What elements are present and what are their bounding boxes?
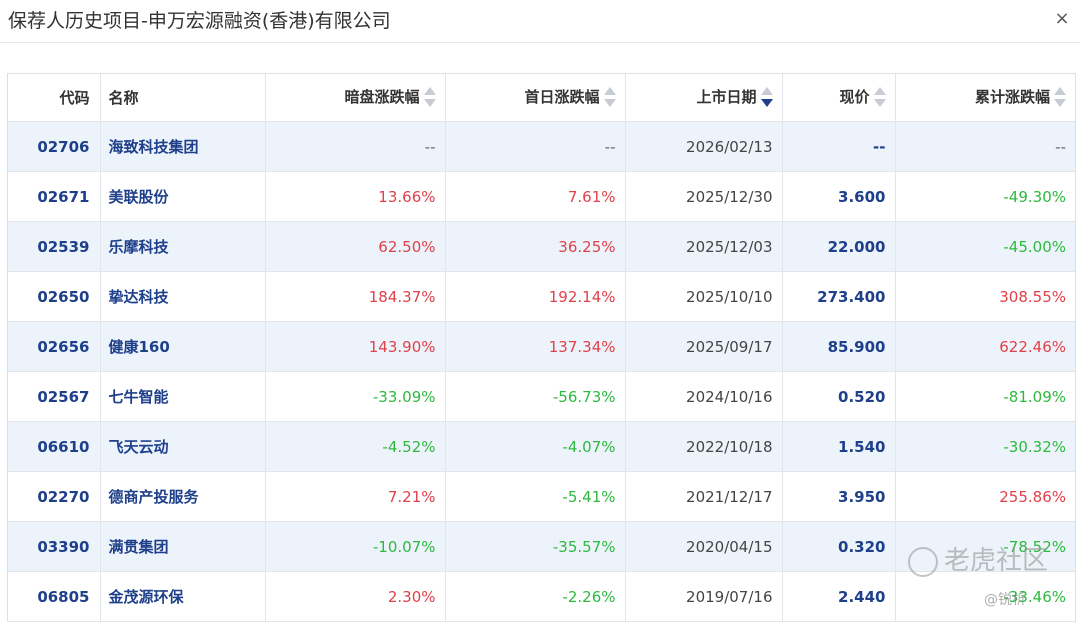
listing-date: 2022/10/18 (625, 421, 783, 472)
listing-date: 2019/07/16 (625, 571, 783, 622)
stock-name[interactable]: 美联股份 (100, 171, 266, 222)
first-day-change: -- (445, 121, 626, 172)
author-watermark: @锐析 (984, 592, 1026, 608)
stock-code[interactable]: 06805 (8, 571, 101, 622)
first-day-change: -5.41% (445, 471, 626, 522)
listing-date: 2025/12/30 (625, 171, 783, 222)
stock-code[interactable]: 06610 (8, 421, 101, 472)
first-day-change: 137.34% (445, 321, 626, 372)
stock-name[interactable]: 金茂源环保 (100, 571, 266, 622)
table-row[interactable]: 06610 飞天云动 -4.52% -4.07% 2022/10/18 1.540 -30.… (8, 421, 1075, 472)
listing-date: 2025/10/10 (625, 271, 783, 322)
first-day-change: -35.57% (445, 521, 626, 572)
cumulative-change: 308.55% (895, 271, 1075, 322)
listing-date: 2026/02/13 (625, 121, 783, 172)
sort-icon[interactable] (1054, 86, 1066, 108)
stock-name[interactable]: 满贯集团 (100, 521, 266, 572)
table-row[interactable]: 06805 金茂源环保 2.30% -2.26% 2019/07/16 2.440 -33.… (8, 571, 1075, 622)
listing-date: 2025/09/17 (625, 321, 783, 372)
cumulative-change: -81.09% (895, 371, 1075, 422)
column-header-code: 代码 (8, 74, 101, 122)
stock-name[interactable]: 健康160 (100, 321, 266, 372)
current-price: 3.950 (782, 471, 896, 522)
stock-code[interactable]: 02650 (8, 271, 101, 322)
cumulative-change: 255.86% (895, 471, 1075, 522)
grey-market-change: -10.07% (265, 521, 446, 572)
table-row[interactable]: 02270 德商产投服务 7.21% -5.41% 2021/12/17 3.950 255… (8, 471, 1075, 522)
stock-name[interactable]: 海致科技集团 (100, 121, 266, 172)
current-price: 273.400 (782, 271, 896, 322)
stock-name[interactable]: 挚达科技 (100, 271, 266, 322)
first-day-change: 7.61% (445, 171, 626, 222)
sort-icon[interactable] (873, 86, 886, 108)
dialog-header: 保荐人历史项目-申万宏源融资(香港)有限公司 × (0, 0, 1080, 43)
grey-market-change: -33.09% (265, 371, 446, 422)
current-price: -- (782, 121, 896, 172)
stock-name[interactable]: 德商产投服务 (100, 471, 266, 522)
sort-icon[interactable] (603, 86, 616, 108)
grey-market-change: 7.21% (265, 471, 446, 522)
table-row[interactable]: 02539 乐摩科技 62.50% 36.25% 2025/12/03 22.000 -45… (8, 221, 1075, 272)
grey-market-change: 143.90% (265, 321, 446, 372)
current-price: 3.600 (782, 171, 896, 222)
first-day-change: -2.26% (445, 571, 626, 622)
grey-market-change: -4.52% (265, 421, 446, 472)
cumulative-change: -49.30% (895, 171, 1075, 222)
grey-market-change: -- (265, 121, 446, 172)
column-header-first-day[interactable]: 首日涨跌幅 (445, 74, 626, 122)
stock-code[interactable]: 02656 (8, 321, 101, 372)
table-row[interactable]: 02650 挚达科技 184.37% 192.14% 2025/10/10 273.400… (8, 271, 1075, 322)
stock-code[interactable]: 02671 (8, 171, 101, 222)
cumulative-change: 622.46% (895, 321, 1075, 372)
column-header-name: 名称 (100, 74, 266, 122)
tiger-community-watermark: 老虎社区 (908, 540, 1048, 577)
table-header-row: 代码 名称 暗盘涨跌幅 首日涨跌幅 上市日期 现价 累计涨跌幅 (8, 74, 1075, 122)
table-row[interactable]: 02567 七牛智能 -33.09% -56.73% 2024/10/16 0.520 -8… (8, 371, 1075, 422)
stock-code[interactable]: 03390 (8, 521, 101, 572)
current-price: 85.900 (782, 321, 896, 372)
first-day-change: -4.07% (445, 421, 626, 472)
stock-name[interactable]: 七牛智能 (100, 371, 266, 422)
table-row[interactable]: 02706 海致科技集团 -- -- 2026/02/13 -- -- (8, 121, 1075, 172)
stock-name[interactable]: 飞天云动 (100, 421, 266, 472)
table-row[interactable]: 02671 美联股份 13.66% 7.61% 2025/12/30 3.600 -49.3… (8, 171, 1075, 222)
column-header-price[interactable]: 现价 (782, 74, 896, 122)
dialog-title: 保荐人历史项目-申万宏源融资(香港)有限公司 (8, 10, 391, 32)
grey-market-change: 184.37% (265, 271, 446, 322)
grey-market-change: 62.50% (265, 221, 446, 272)
column-header-cumulative[interactable]: 累计涨跌幅 (895, 74, 1075, 122)
cumulative-change: -- (895, 121, 1075, 172)
listing-date: 2021/12/17 (625, 471, 783, 522)
stock-name[interactable]: 乐摩科技 (100, 221, 266, 272)
sort-descending-icon[interactable] (760, 86, 773, 108)
first-day-change: 192.14% (445, 271, 626, 322)
cumulative-change: -30.32% (895, 421, 1075, 472)
cumulative-change: -45.00% (895, 221, 1075, 272)
stock-code[interactable]: 02706 (8, 121, 101, 172)
current-price: 2.440 (782, 571, 896, 622)
table-row[interactable]: 02656 健康160 143.90% 137.34% 2025/09/17 85.900… (8, 321, 1075, 372)
sort-icon[interactable] (423, 86, 436, 108)
stock-code[interactable]: 02539 (8, 221, 101, 272)
listing-date: 2025/12/03 (625, 221, 783, 272)
listing-date: 2024/10/16 (625, 371, 783, 422)
current-price: 0.520 (782, 371, 896, 422)
current-price: 0.320 (782, 521, 896, 572)
close-icon[interactable]: × (1052, 9, 1072, 29)
grey-market-change: 13.66% (265, 171, 446, 222)
listing-date: 2020/04/15 (625, 521, 783, 572)
stock-code[interactable]: 02567 (8, 371, 101, 422)
stock-code[interactable]: 02270 (8, 471, 101, 522)
column-header-grey-market[interactable]: 暗盘涨跌幅 (265, 74, 446, 122)
first-day-change: 36.25% (445, 221, 626, 272)
current-price: 1.540 (782, 421, 896, 472)
current-price: 22.000 (782, 221, 896, 272)
column-header-listing-date[interactable]: 上市日期 (625, 74, 783, 122)
tiger-logo-icon (908, 546, 938, 577)
grey-market-change: 2.30% (265, 571, 446, 622)
first-day-change: -56.73% (445, 371, 626, 422)
